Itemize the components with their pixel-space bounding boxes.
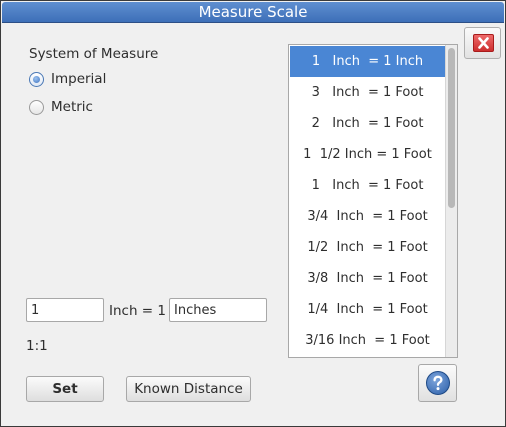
scale-list-item[interactable]: 3/16 Inch = 1 Foot [290,325,445,356]
measure-scale-dialog: Measure Scale System of Measure Imperial… [0,0,506,427]
imperial-option[interactable]: Imperial [29,70,106,88]
close-icon [473,34,494,52]
scale-list-item[interactable]: 3 Inch = 1 Foot [290,77,445,108]
imperial-label: Imperial [51,71,107,87]
scale-list-item[interactable]: 1 Inch = 1 Inch [290,46,445,77]
imperial-radio[interactable] [29,71,44,87]
metric-radio[interactable] [29,99,44,115]
scale-list-item[interactable]: 3/4 Inch = 1 Foot [290,201,445,232]
scrollbar-thumb[interactable] [448,48,455,208]
scale-list-item[interactable]: 2 Inch = 1 Foot [290,108,445,139]
scale-list-item[interactable]: 1 1/2 Inch = 1 Foot [290,139,445,170]
help-icon [426,371,450,395]
metric-label: Metric [51,99,93,115]
set-button[interactable]: Set [26,376,104,402]
scale-list-scrollbar[interactable] [445,45,457,357]
scale-list-item[interactable]: 3/8 Inch = 1 Foot [290,263,445,294]
system-of-measure-label: System of Measure [29,46,159,62]
inch-equals-label: Inch = 1 [109,303,166,319]
scale-value-input[interactable] [26,298,104,322]
unit-input[interactable] [169,298,267,322]
scale-list[interactable]: 1 Inch = 1 Inch 3 Inch = 1 Foot 2 Inch =… [288,44,458,358]
window-title: Measure Scale [198,3,308,21]
scale-list-item[interactable]: 1/2 Inch = 1 Foot [290,232,445,263]
known-distance-button[interactable]: Known Distance [126,376,251,402]
scale-list-item[interactable]: 1/4 Inch = 1 Foot [290,294,445,325]
help-button[interactable] [418,364,457,402]
scale-list-item[interactable]: 1 Inch = 1 Foot [290,170,445,201]
close-button[interactable] [464,27,501,59]
metric-option[interactable]: Metric [29,98,93,116]
title-bar[interactable]: Measure Scale [2,2,504,23]
ratio-label: 1:1 [26,338,48,354]
